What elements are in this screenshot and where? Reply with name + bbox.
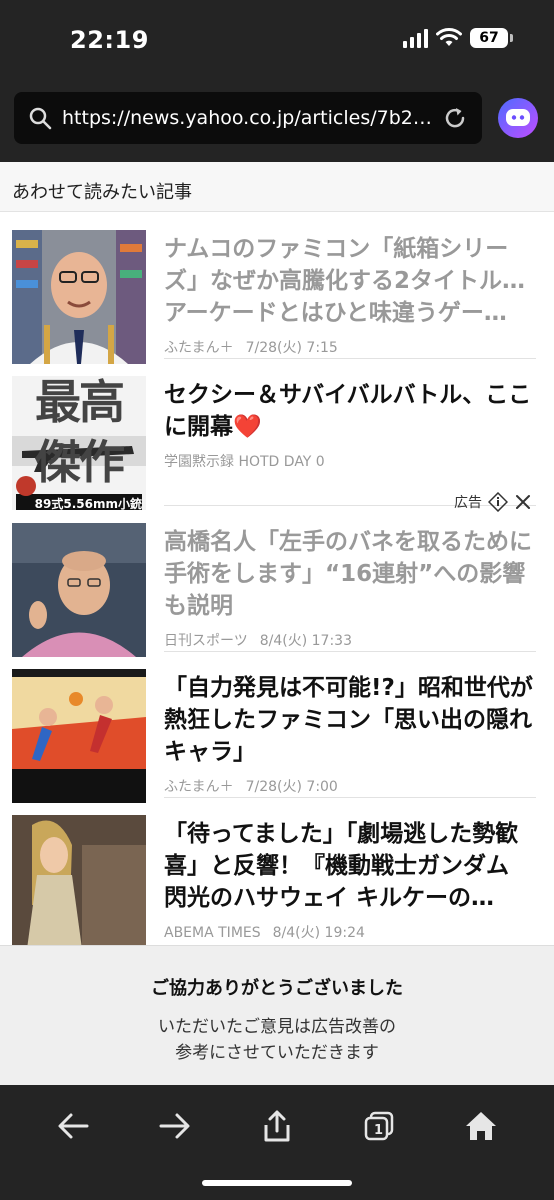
ad-label-row: 広告 <box>454 492 532 512</box>
back-icon[interactable] <box>48 1101 98 1151</box>
article-item[interactable]: 高橋名人「左手のバネを取るために手術をします」“16連射”への影響も説明 日刊ス… <box>0 506 554 657</box>
url-text[interactable]: https://news.yahoo.co.jp/articles/7b270.… <box>62 107 442 129</box>
article-thumbnail[interactable] <box>12 815 146 949</box>
article-source: 日刊スポーツ <box>164 633 248 649</box>
feedback-line-1: いただいたご意見は広告改善の <box>158 1017 396 1037</box>
ad-title[interactable]: セクシー＆サバイバルバトル、ここに開幕❤️ <box>164 379 536 443</box>
article-title[interactable]: 「待ってました」「劇場逃した勢歓喜」と反響！『機動戦士ガンダム 閃光のハサウェイ… <box>164 818 536 914</box>
article-list: ナムコのファミコン「紙箱シリーズ」なぜか高騰化する2タイトル…アーケードとはひと… <box>0 213 554 949</box>
ad-label: 広告 <box>454 495 482 511</box>
article-title[interactable]: 高橋名人「左手のバネを取るために手術をします」“16連射”への影響も説明 <box>164 526 536 622</box>
article-thumbnail[interactable] <box>12 523 146 657</box>
home-icon[interactable] <box>456 1101 506 1151</box>
article-body[interactable]: 高橋名人「左手のバネを取るために手術をします」“16連射”への影響も説明 日刊ス… <box>164 526 536 650</box>
article-meta: ふたまん＋ 7/28(火) 7:00 <box>164 776 536 796</box>
article-title[interactable]: 「自力発見は不可能!?」昭和世代が熱狂したファミコン「思い出の隠れキャラ」 <box>164 672 536 768</box>
article-thumbnail[interactable] <box>12 669 146 803</box>
article-thumbnail[interactable] <box>12 230 146 364</box>
reload-icon[interactable] <box>442 105 468 131</box>
article-date: 7/28(火) 7:15 <box>245 340 338 356</box>
article-item[interactable]: 「自力発見は不可能!?」昭和世代が熱狂したファミコン「思い出の隠れキャラ」 ふた… <box>0 652 554 803</box>
url-bar[interactable]: https://news.yahoo.co.jp/articles/7b270.… <box>14 92 482 144</box>
info-icon[interactable] <box>488 492 508 512</box>
article-date: 7/28(火) 7:00 <box>245 779 338 795</box>
article-body[interactable]: ナムコのファミコン「紙箱シリーズ」なぜか高騰化する2タイトル…アーケードとはひと… <box>164 233 536 357</box>
top-bar: 22:19 67 https://news.yahoo.co.jp/articl… <box>0 0 554 162</box>
search-icon <box>29 107 52 130</box>
cellular-signal-icon <box>403 28 428 48</box>
article-date: 8/4(火) 19:24 <box>272 925 365 941</box>
ad-body[interactable]: セクシー＆サバイバルバトル、ここに開幕❤️ 学園黙示録 HOTD DAY 0 <box>164 379 536 471</box>
article-meta: ABEMA TIMES 8/4(火) 19:24 <box>164 922 536 942</box>
article-meta: ふたまん＋ 7/28(火) 7:15 <box>164 337 536 357</box>
feedback-title: ご協力ありがとうございました <box>151 978 403 999</box>
feedback-line-2: 参考にさせていただきます <box>175 1043 379 1063</box>
ad-thumb-text-top: 最高 <box>35 376 125 429</box>
article-body[interactable]: 「待ってました」「劇場逃した勢歓喜」と反響！『機動戦士ガンダム 閃光のハサウェイ… <box>164 818 536 942</box>
close-icon[interactable] <box>514 493 532 511</box>
article-item[interactable]: ナムコのファミコン「紙箱シリーズ」なぜか高騰化する2タイトル…アーケードとはひと… <box>0 213 554 364</box>
article-meta: 日刊スポーツ 8/4(火) 17:33 <box>164 630 536 650</box>
article-source: ABEMA TIMES <box>164 925 261 941</box>
battery-indicator: 67 <box>470 28 513 48</box>
section-header: あわせて読みたい記事 <box>0 162 554 212</box>
status-icons: 67 <box>403 28 513 48</box>
article-title[interactable]: ナムコのファミコン「紙箱シリーズ」なぜか高騰化する2タイトル…アーケードとはひと… <box>164 233 536 329</box>
status-time: 22:19 <box>70 26 149 54</box>
assistant-icon[interactable] <box>498 98 538 138</box>
ad-source: 学園黙示録 HOTD DAY 0 <box>164 454 325 470</box>
ad-item[interactable]: 最高 傑作 89式5.56mm小銃 セクシー＆サバイバルバトル、ここに開幕❤️ … <box>0 359 554 510</box>
tabs-icon[interactable]: 1 <box>354 1101 404 1151</box>
feedback-panel: ご協力ありがとうございました いただいたご意見は広告改善の 参考にさせていただき… <box>0 945 554 1085</box>
share-icon[interactable] <box>252 1101 302 1151</box>
article-source: ふたまん＋ <box>164 779 234 795</box>
ad-thumb-text-bottom: 傑作 <box>35 435 125 489</box>
home-indicator <box>202 1180 352 1186</box>
ad-meta: 学園黙示録 HOTD DAY 0 <box>164 451 536 471</box>
tab-count: 1 <box>374 1123 384 1138</box>
feedback-message: いただいたご意見は広告改善の 参考にさせていただきます <box>0 1014 554 1066</box>
article-item[interactable]: 「待ってました」「劇場逃した勢歓喜」と反響！『機動戦士ガンダム 閃光のハサウェイ… <box>0 798 554 949</box>
ad-thumbnail[interactable]: 最高 傑作 89式5.56mm小銃 <box>12 376 146 510</box>
forward-icon[interactable] <box>150 1101 200 1151</box>
wifi-icon <box>436 28 462 46</box>
article-date: 8/4(火) 17:33 <box>259 633 352 649</box>
article-source: ふたまん＋ <box>164 340 234 356</box>
article-body[interactable]: 「自力発見は不可能!?」昭和世代が熱狂したファミコン「思い出の隠れキャラ」 ふた… <box>164 672 536 796</box>
